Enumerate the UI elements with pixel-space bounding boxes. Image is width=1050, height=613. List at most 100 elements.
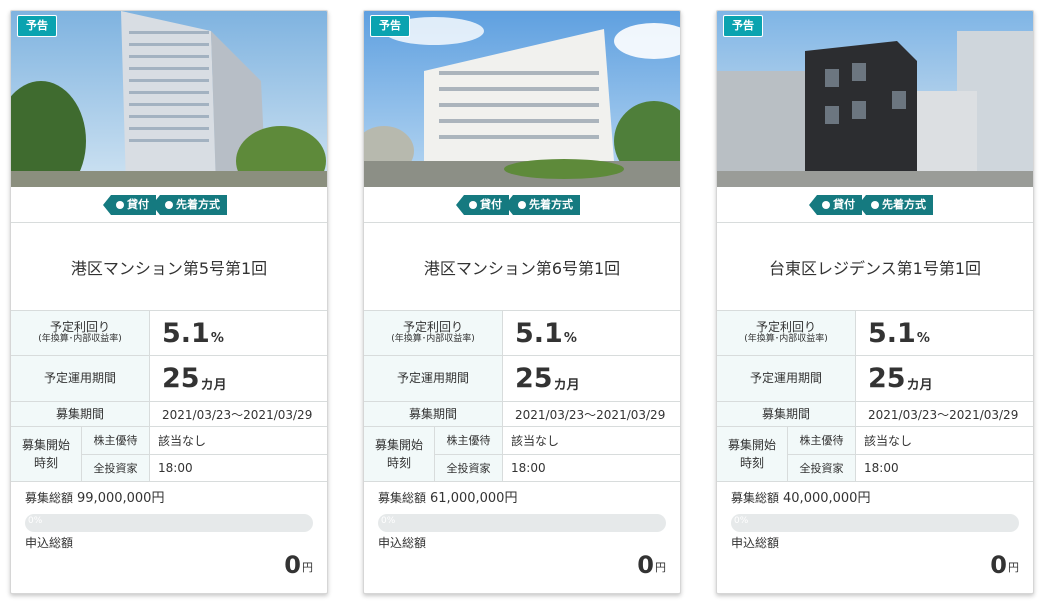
yield-value: 5.1 — [868, 317, 916, 349]
tag-loan: 貸付 — [103, 194, 156, 215]
total-label: 募集総額 — [731, 491, 780, 505]
total-amount: 61,000,000円 — [430, 491, 518, 506]
fund-title[interactable]: 港区マンション第6号第1回 — [364, 223, 680, 311]
tag-list: 貸付 先着方式 — [364, 187, 680, 223]
recruit-row: 募集期間 2021/03/23～2021/03/29 — [717, 402, 1033, 427]
yield-value: 5.1 — [162, 317, 210, 349]
period-label: 予定運用期間 — [11, 356, 150, 401]
period-value: 25 — [515, 363, 553, 394]
period-label: 予定運用期間 — [717, 356, 856, 401]
applied-unit: 円 — [655, 561, 666, 574]
period-row: 予定運用期間 25 カ月 — [717, 356, 1033, 402]
period-value: 25 — [162, 363, 200, 394]
start-label: 募集開始 — [727, 438, 776, 452]
bullet-icon — [165, 200, 173, 209]
property-photo[interactable]: 予告 — [717, 11, 1033, 187]
recruit-row: 募集期間 2021/03/23～2021/03/29 — [364, 402, 680, 427]
fund-title[interactable]: 台東区レジデンス第1号第1回 — [717, 223, 1033, 311]
start-time-table: 募集開始 時刻 株主優待 該当なし 全投資家 18:00 — [364, 427, 680, 482]
bullet-icon — [822, 200, 830, 209]
period-unit: カ月 — [906, 378, 933, 393]
applied-label: 申込総額 — [731, 536, 780, 550]
total-label: 募集総額 — [25, 491, 74, 505]
all-investors-value: 18:00 — [158, 460, 193, 475]
progress-bar: 0% — [25, 514, 313, 532]
tag-list: 貸付 先着方式 — [717, 187, 1033, 223]
start-label-2: 時刻 — [33, 456, 58, 470]
shareholder-value: 該当なし — [158, 433, 207, 448]
property-image — [11, 11, 327, 187]
yield-unit: % — [210, 330, 224, 346]
yield-label: 予定利回り — [49, 320, 110, 334]
yield-label: 予定利回り — [402, 320, 463, 334]
shareholder-value: 該当なし — [864, 433, 913, 448]
fund-title[interactable]: 港区マンション第5号第1回 — [11, 223, 327, 311]
all-investors-value: 18:00 — [864, 460, 899, 475]
tag-list: 貸付 先着方式 — [11, 187, 327, 223]
recruit-label: 募集期間 — [364, 402, 503, 426]
fund-card-1[interactable]: 予告 貸付 先着方式 港区マンション第5号第1回 予定利回り (年換算･内部収益率… — [10, 10, 328, 594]
start-label: 募集開始 — [21, 438, 70, 452]
all-investors-value: 18:00 — [511, 460, 546, 475]
notice-badge: 予告 — [370, 15, 410, 37]
progress-percent: 0% — [734, 516, 749, 526]
all-investors-label: 全投資家 — [788, 454, 856, 481]
total-amount: 99,000,000円 — [77, 491, 165, 506]
fund-card-2[interactable]: 予告 貸付 先着方式 港区マンション第6号第1回 予定利回り (年換算･内部収益率… — [363, 10, 681, 594]
shareholder-value: 該当なし — [511, 433, 560, 448]
shareholder-label: 株主優待 — [788, 427, 856, 454]
property-photo[interactable]: 予告 — [11, 11, 327, 187]
start-label: 募集開始 — [374, 438, 423, 452]
tag-first-come: 先着方式 — [858, 194, 933, 215]
start-time-table: 募集開始時刻 株主優待 該当なし 全投資家 18:00 — [11, 427, 327, 482]
recruit-row: 募集期間 2021/03/23～2021/03/29 — [11, 402, 327, 427]
yield-sublabel: (年換算･内部収益率) — [391, 334, 475, 344]
start-time-table: 募集開始時刻 株主優待 該当なし 全投資家 18:00 — [717, 427, 1033, 482]
all-investors-label: 全投資家 — [435, 454, 503, 481]
yield-row: 予定利回り (年換算･内部収益率) 5.1% — [717, 311, 1033, 356]
property-photo[interactable]: 予告 — [364, 11, 680, 187]
recruit-value: 2021/03/23～2021/03/29 — [515, 407, 666, 422]
start-label-2: 時刻 — [739, 456, 764, 470]
yield-row: 予定利回り (年換算･内部収益率) 5.1% — [364, 311, 680, 356]
yield-value: 5.1 — [515, 317, 563, 349]
all-investors-label: 全投資家 — [82, 454, 150, 481]
applied-unit: 円 — [302, 561, 313, 574]
shareholder-label: 株主優待 — [82, 427, 150, 454]
period-unit: カ月 — [553, 378, 580, 393]
applied-unit: 円 — [1008, 561, 1019, 574]
notice-badge: 予告 — [723, 15, 763, 37]
period-label: 予定運用期間 — [364, 356, 503, 401]
funding-summary: 募集総額 40,000,000円 0% 申込総額 0円 — [717, 482, 1033, 593]
recruit-label: 募集期間 — [717, 402, 856, 426]
tag-first-come: 先着方式 — [505, 194, 580, 215]
tag-first-come: 先着方式 — [152, 194, 227, 215]
applied-amount: 0 — [284, 551, 301, 579]
recruit-value: 2021/03/23～2021/03/29 — [162, 407, 313, 422]
progress-bar: 0% — [378, 514, 666, 532]
tag-loan: 貸付 — [809, 194, 862, 215]
recruit-label: 募集期間 — [11, 402, 150, 426]
funding-summary: 募集総額 61,000,000円 0% 申込総額 0円 — [364, 482, 680, 593]
period-value: 25 — [868, 363, 906, 394]
bullet-icon — [116, 200, 124, 209]
total-amount: 40,000,000円 — [783, 491, 871, 506]
bullet-icon — [518, 200, 526, 209]
yield-label: 予定利回り — [755, 320, 816, 334]
period-row: 予定運用期間 25 カ月 — [11, 356, 327, 402]
total-label: 募集総額 — [378, 491, 427, 505]
bullet-icon — [871, 200, 879, 209]
fund-card-3[interactable]: 予告 貸付 先着方式 台東区レジデンス第1号第1回 予定利回り (年換算･内部収益… — [716, 10, 1034, 594]
applied-label: 申込総額 — [378, 536, 427, 550]
yield-unit: % — [916, 330, 930, 346]
yield-row: 予定利回り (年換算･内部収益率) 5.1% — [11, 311, 327, 356]
bullet-icon — [469, 200, 477, 209]
period-unit: カ月 — [200, 378, 227, 393]
notice-badge: 予告 — [17, 15, 57, 37]
period-row: 予定運用期間 25 カ月 — [364, 356, 680, 402]
property-image — [717, 11, 1033, 187]
applied-amount: 0 — [637, 551, 654, 579]
tag-loan: 貸付 — [456, 194, 509, 215]
yield-unit: % — [563, 330, 577, 346]
progress-percent: 0% — [381, 516, 396, 526]
